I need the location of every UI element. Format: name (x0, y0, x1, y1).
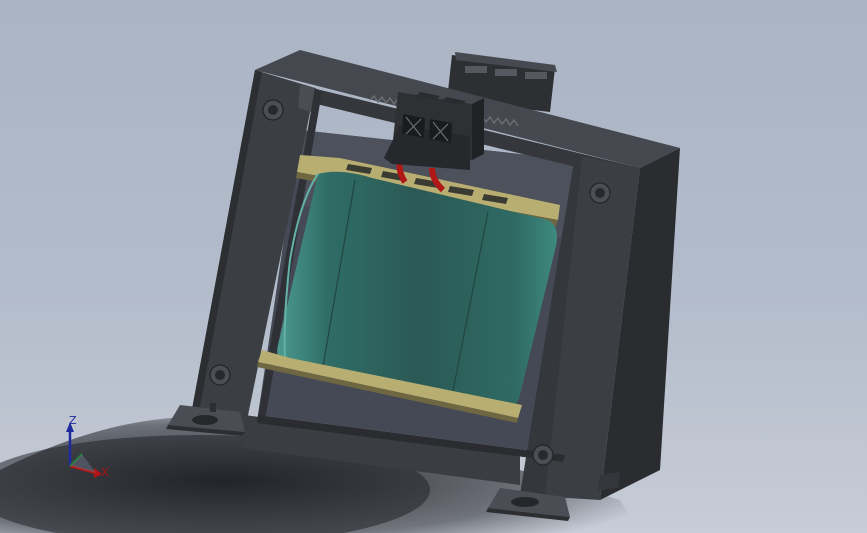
mounting-hole-top-left (262, 99, 284, 121)
front-terminal-block[interactable] (384, 86, 484, 170)
left-foot-slot (192, 415, 218, 425)
cad-viewport[interactable]: Z X (0, 0, 867, 533)
right-foot-slot (511, 497, 539, 507)
mounting-hole-bottom-left (209, 364, 231, 386)
mounting-hole-bottom-right (532, 444, 554, 466)
triad-axes (66, 422, 102, 478)
mounting-hole-top-right (589, 182, 611, 204)
transformer-model[interactable] (0, 0, 867, 533)
orientation-triad: Z X (52, 410, 122, 490)
axis-z-label: Z (69, 414, 77, 427)
axis-x-label: X (101, 466, 109, 479)
